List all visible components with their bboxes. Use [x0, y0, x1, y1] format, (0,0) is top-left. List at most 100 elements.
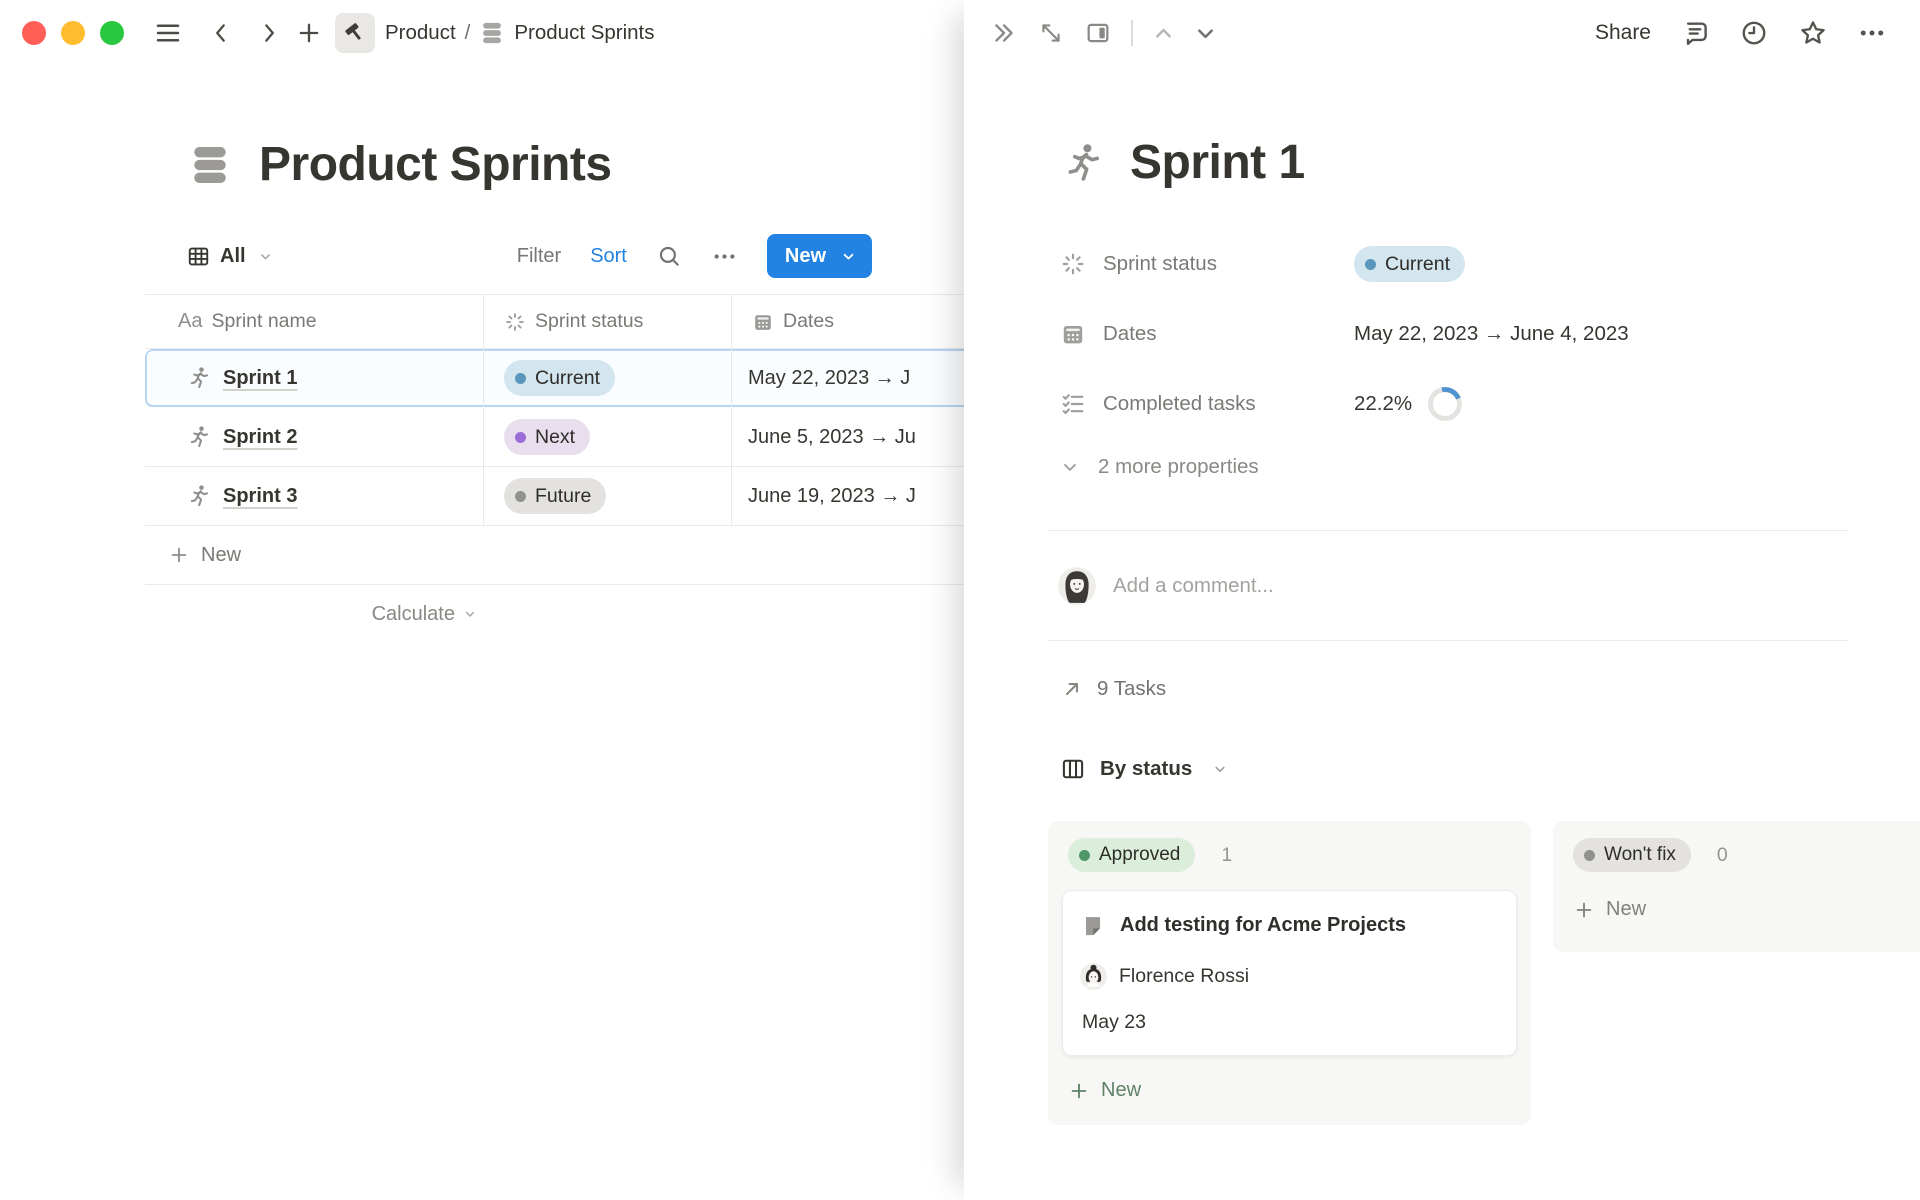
- property-value[interactable]: Current: [1354, 246, 1465, 282]
- side-peek-toolbar: Share: [964, 0, 1920, 66]
- new-button-label: New: [785, 245, 826, 268]
- property-value[interactable]: May 22, 2023 → June 4, 2023: [1354, 322, 1629, 346]
- property-label[interactable]: Completed tasks: [1048, 391, 1354, 417]
- next-page-icon[interactable]: [1192, 20, 1219, 47]
- database-icon[interactable]: [187, 142, 233, 188]
- column-label: Sprint name: [211, 310, 316, 333]
- plus-icon: [1068, 1080, 1090, 1102]
- assignee-name: Florence Rossi: [1119, 965, 1249, 988]
- properties-list: Sprint status Current Dates May 22, 202: [1048, 229, 1848, 439]
- previous-page-icon[interactable]: [1150, 20, 1177, 47]
- close-peek-icon[interactable]: [990, 19, 1018, 47]
- minimize-window-button[interactable]: [61, 21, 85, 45]
- status-pill: Future: [504, 478, 606, 514]
- toolbar-divider: [1131, 20, 1133, 46]
- board-new-card-button[interactable]: New: [1062, 1070, 1517, 1111]
- cell-sprint-name[interactable]: Sprint 1: [145, 349, 484, 407]
- status-board: Approved 1 Add testing for Acme Projects: [1048, 821, 1848, 1125]
- cell-sprint-status[interactable]: Current: [484, 349, 732, 407]
- favorite-star-icon[interactable]: [1798, 18, 1828, 48]
- status-spinner-icon: [504, 311, 526, 333]
- comment-row: Add a comment...: [1048, 531, 1848, 640]
- property-row-dates: Dates May 22, 2023 → June 4, 2023: [1048, 299, 1848, 369]
- sprint-name[interactable]: Sprint 3: [223, 485, 297, 508]
- property-value[interactable]: 22.2%: [1354, 387, 1462, 421]
- sidebar-toggle-icon[interactable]: [153, 18, 183, 48]
- database-title-row: Product Sprints: [187, 138, 612, 192]
- runner-icon: [186, 483, 212, 509]
- tasks-link-label: 9 Tasks: [1097, 677, 1166, 701]
- zoom-window-button[interactable]: [100, 21, 124, 45]
- more-options-icon[interactable]: [1857, 18, 1887, 48]
- property-row-sprint-status: Sprint status Current: [1048, 229, 1848, 299]
- view-selector-by-status[interactable]: By status: [1048, 741, 1848, 797]
- teamspace-hammer-icon[interactable]: [335, 13, 375, 53]
- view-tab-label: All: [220, 245, 246, 268]
- new-card-label: New: [1606, 898, 1646, 921]
- share-button[interactable]: Share: [1595, 21, 1651, 45]
- cell-sprint-status[interactable]: Future: [484, 467, 732, 525]
- view-selector-label: By status: [1100, 757, 1192, 781]
- cell-sprint-name[interactable]: Sprint 2: [145, 408, 484, 466]
- expand-icon[interactable]: [1038, 20, 1064, 46]
- close-window-button[interactable]: [22, 21, 46, 45]
- new-page-icon[interactable]: [295, 19, 323, 47]
- property-row-completed-tasks: Completed tasks 22.2%: [1048, 369, 1848, 439]
- column-header-sprint-status[interactable]: Sprint status: [484, 295, 732, 348]
- comment-input[interactable]: Add a comment...: [1113, 574, 1274, 598]
- chevron-down-icon: [462, 606, 478, 622]
- plus-icon: [1573, 899, 1595, 921]
- board-new-card-button[interactable]: New: [1567, 889, 1920, 930]
- status-dot: [515, 373, 526, 384]
- search-icon[interactable]: [656, 243, 682, 269]
- calendar-icon: [752, 311, 774, 333]
- divider: [1048, 640, 1848, 641]
- chevron-down-icon: [257, 248, 274, 265]
- filter-button[interactable]: Filter: [517, 245, 561, 268]
- arrow-up-right-icon: [1060, 677, 1084, 701]
- updates-clock-icon[interactable]: [1739, 18, 1769, 48]
- status-dot: [1584, 850, 1595, 861]
- column-count: 0: [1717, 844, 1728, 867]
- task-card[interactable]: Add testing for Acme Projects Florence R…: [1062, 890, 1517, 1056]
- board-view-icon: [1060, 756, 1086, 782]
- side-peek-mode-icon[interactable]: [1084, 19, 1112, 47]
- more-options-icon[interactable]: [711, 243, 738, 270]
- view-tab-all[interactable]: All: [186, 244, 274, 269]
- breadcrumb-page[interactable]: Product Sprints: [514, 21, 654, 45]
- sprint-name[interactable]: Sprint 1: [223, 367, 297, 390]
- new-button[interactable]: New: [767, 234, 872, 278]
- page-title: Product Sprints: [259, 138, 612, 192]
- tasks-backlink[interactable]: 9 Tasks: [1048, 661, 1848, 717]
- breadcrumb-teamspace[interactable]: Product: [385, 21, 456, 45]
- runner-icon: [186, 365, 212, 391]
- column-label: Sprint status: [535, 310, 643, 333]
- runner-icon[interactable]: [1060, 140, 1106, 186]
- chevron-down-icon: [1211, 760, 1229, 778]
- more-properties-button[interactable]: 2 more properties: [1048, 439, 1848, 495]
- comments-icon[interactable]: [1680, 18, 1710, 48]
- cell-sprint-status[interactable]: Next: [484, 408, 732, 466]
- column-header-sprint-name[interactable]: Aa Sprint name: [145, 295, 484, 348]
- board-column-header[interactable]: Approved 1: [1062, 835, 1517, 875]
- cell-sprint-name[interactable]: Sprint 3: [145, 467, 484, 525]
- status-dot: [515, 491, 526, 502]
- sort-button[interactable]: Sort: [590, 245, 627, 268]
- property-label[interactable]: Sprint status: [1048, 251, 1354, 277]
- forward-icon[interactable]: [256, 20, 282, 46]
- board-column-header[interactable]: Won't fix 0: [1567, 835, 1920, 875]
- card-title[interactable]: Add testing for Acme Projects: [1120, 912, 1406, 939]
- status-dot: [515, 432, 526, 443]
- new-card-label: New: [1101, 1079, 1141, 1102]
- status-pill: Current: [504, 360, 615, 396]
- calculate-button[interactable]: Calculate: [145, 585, 484, 643]
- progress-percent: 22.2%: [1354, 392, 1412, 416]
- back-icon[interactable]: [208, 20, 234, 46]
- sprint-name[interactable]: Sprint 2: [223, 426, 297, 449]
- breadcrumb-separator: /: [465, 21, 471, 45]
- notion-window: Product / Product Sprints Product Sprint…: [0, 0, 1920, 1200]
- property-label[interactable]: Dates: [1048, 321, 1354, 347]
- card-assignee: Florence Rossi: [1080, 963, 1499, 990]
- window-topbar: Product / Product Sprints: [0, 0, 964, 66]
- more-properties-label: 2 more properties: [1098, 455, 1259, 479]
